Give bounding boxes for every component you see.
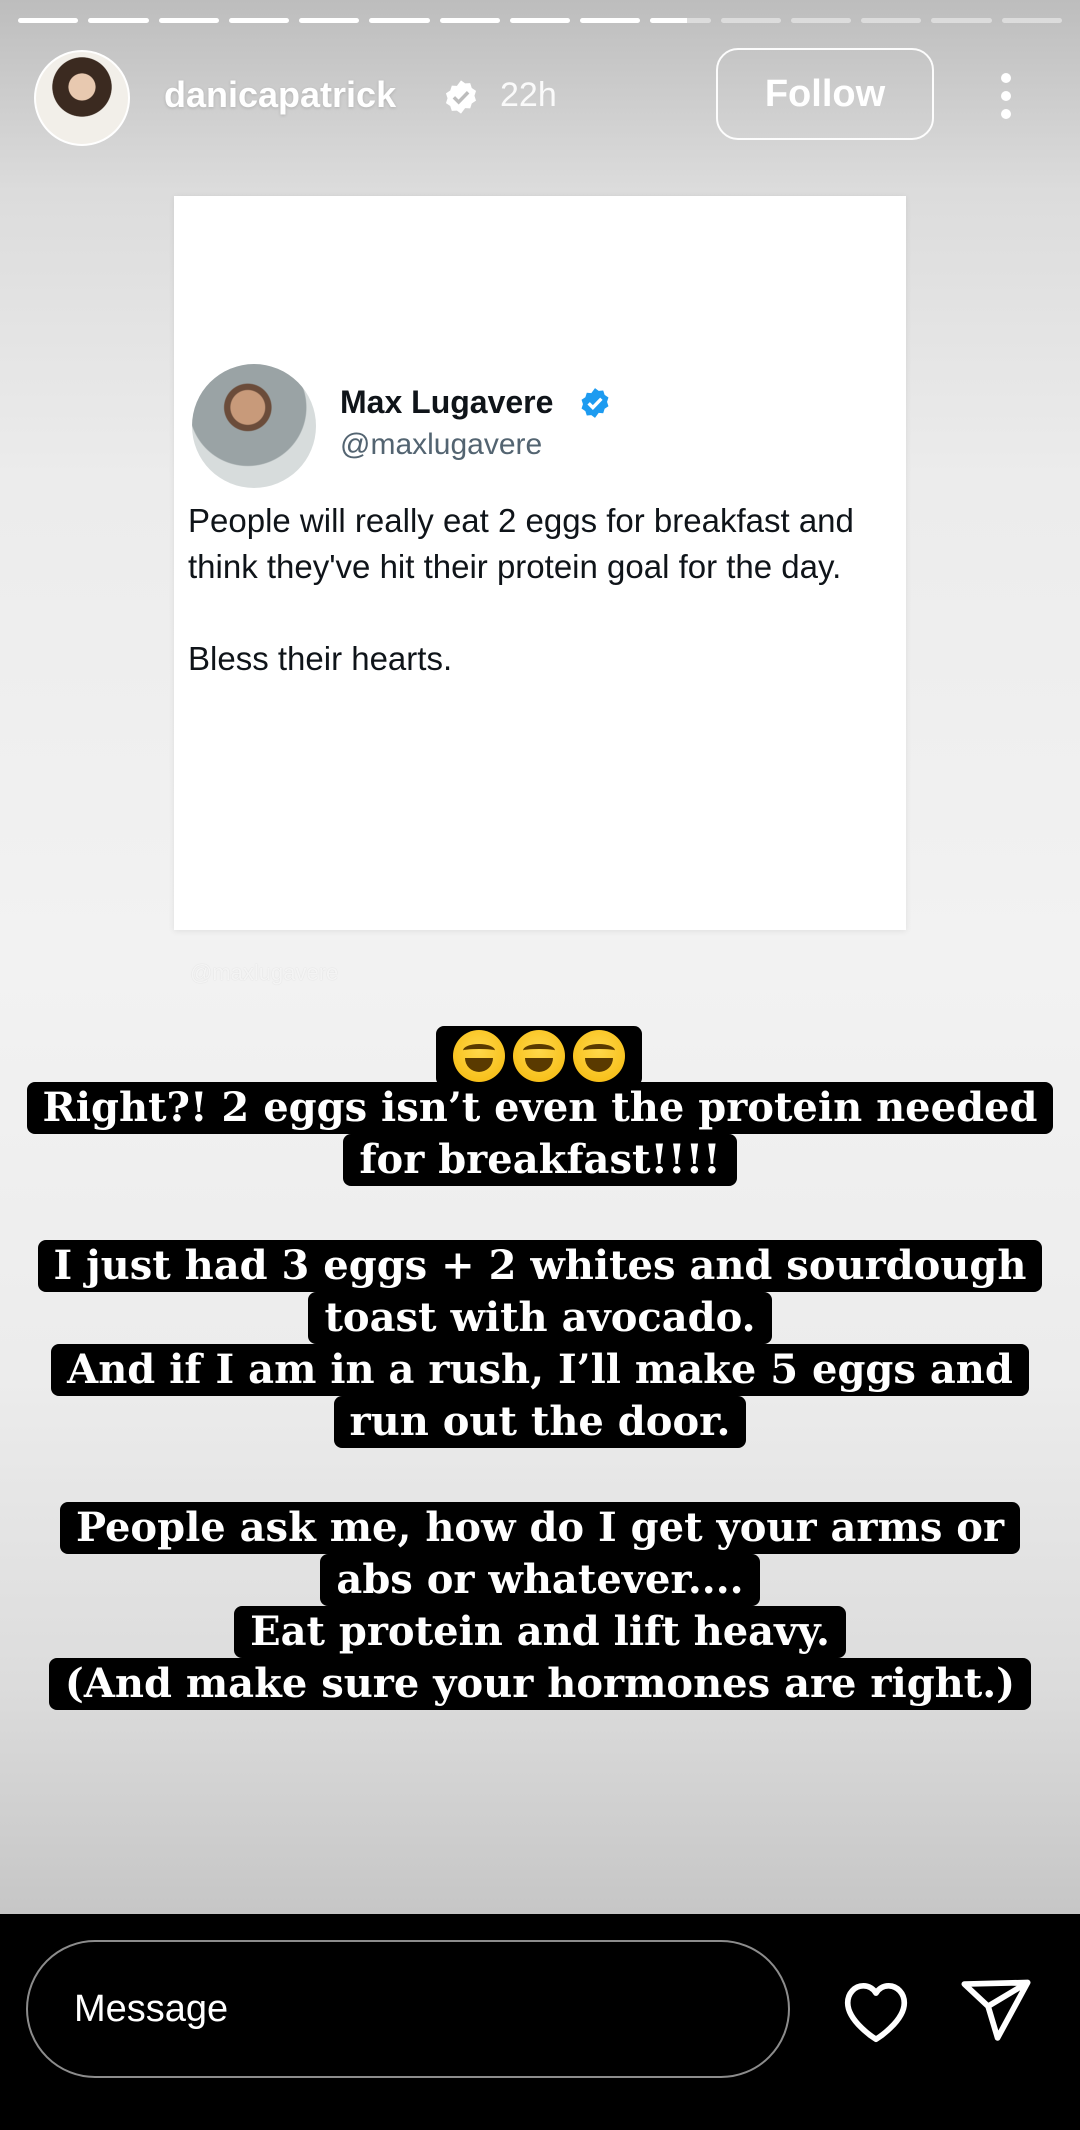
progress-segment (931, 18, 992, 23)
send-icon[interactable] (958, 1976, 1034, 2046)
progress-segment (790, 18, 852, 23)
caption-line: People ask me, how do I get your arms or (59, 1502, 1021, 1554)
progress-segment (861, 18, 922, 23)
message-input[interactable] (26, 1940, 790, 2078)
follow-button[interactable]: Follow (716, 48, 934, 140)
tweet-author-name: Max Lugavere (340, 384, 554, 420)
grinning-squinting-face-icon (573, 1030, 625, 1082)
progress-segment (228, 18, 290, 23)
story-frame[interactable]: danicapatrick 22h Follow Max Lugavere @m… (0, 0, 1080, 1914)
progress-segment (720, 18, 781, 23)
caption-line: run out the door. (333, 1396, 747, 1448)
caption-line: Eat protein and lift heavy. (234, 1606, 846, 1658)
caption-block-1: Right?! 2 eggs isn’t even the protein ne… (0, 1082, 1080, 1186)
caption-line: And if I am in a rush, I’ll make 5 eggs … (51, 1344, 1029, 1396)
reply-bar (0, 1914, 1080, 2130)
progress-segment (580, 18, 641, 23)
caption-line: (And make sure your hormones are right.) (48, 1658, 1032, 1710)
caption-line: toast with avocado. (308, 1292, 772, 1344)
caption-line: I just had 3 eggs + 2 whites and sourdou… (37, 1240, 1043, 1292)
post-time: 22h (500, 76, 557, 114)
watermark-handle: @maxlugavere (190, 960, 339, 985)
progress-segment (509, 18, 571, 23)
emoji-sticker (436, 1026, 642, 1086)
profile-avatar[interactable] (34, 50, 130, 146)
progress-segment (88, 18, 149, 23)
caption-block-2: I just had 3 eggs + 2 whites and sourdou… (0, 1240, 1080, 1448)
grinning-squinting-face-icon (513, 1030, 565, 1082)
verified-badge-icon (581, 388, 609, 418)
more-options-icon[interactable] (986, 68, 1026, 124)
tweet-paragraph: Bless their hearts. (188, 640, 453, 677)
progress-segment (18, 18, 79, 23)
caption-block-3: People ask me, how do I get your arms or… (0, 1502, 1080, 1710)
caption-line: for breakfast!!!! (343, 1134, 737, 1186)
story-header: danicapatrick 22h Follow (34, 48, 1046, 148)
progress-segment (439, 18, 500, 23)
progress-segment (369, 18, 430, 23)
caption-line: abs or whatever.... (320, 1554, 760, 1606)
tweet-author-avatar (192, 364, 316, 488)
verified-badge-icon (445, 80, 477, 114)
tweet-paragraph: People will really eat 2 eggs for breakf… (188, 502, 854, 585)
progress-segment (158, 18, 219, 23)
tweet-author-handle: @maxlugavere (340, 428, 543, 461)
grinning-squinting-face-icon (453, 1030, 505, 1082)
progress-segment (299, 18, 360, 23)
username[interactable]: danicapatrick (164, 74, 396, 116)
caption-line: Right?! 2 eggs isn’t even the protein ne… (26, 1082, 1054, 1134)
tweet-text: People will really eat 2 eggs for breakf… (188, 498, 892, 728)
tweet-card: Max Lugavere @maxlugavere People will re… (174, 196, 906, 930)
story-progress-bar (18, 18, 1062, 23)
progress-segment (1001, 18, 1062, 23)
progress-segment (650, 18, 711, 23)
heart-icon[interactable] (838, 1978, 914, 2044)
